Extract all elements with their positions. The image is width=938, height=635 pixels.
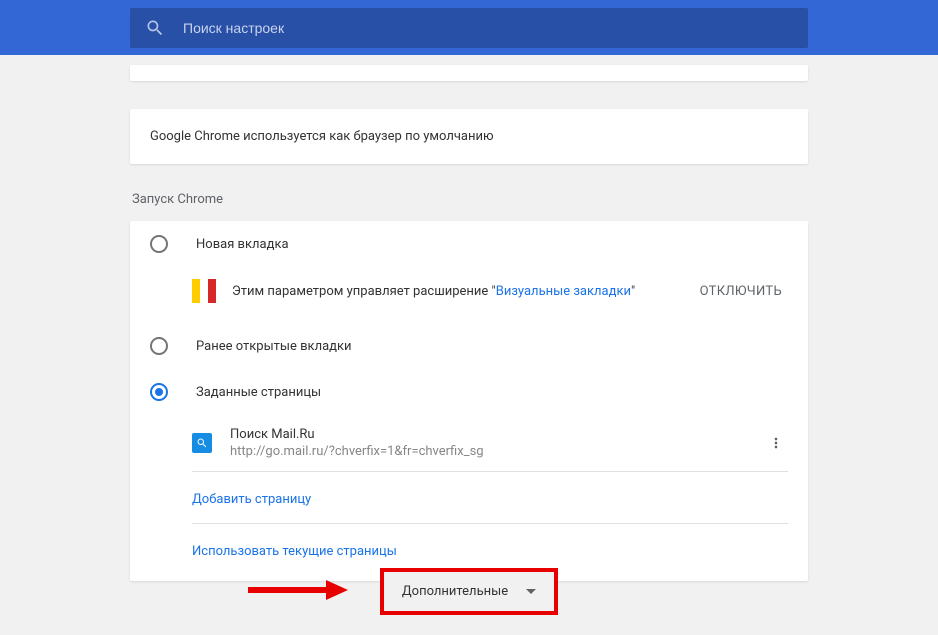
more-actions-button[interactable]	[764, 431, 788, 455]
chevron-down-icon	[526, 589, 536, 594]
default-browser-message: Google Chrome используется как браузер п…	[130, 109, 808, 164]
radio-label: Заданные страницы	[196, 385, 321, 400]
extension-link[interactable]: Визуальные закладки	[496, 284, 631, 299]
more-vert-icon	[768, 435, 784, 451]
ext-suffix: "	[631, 284, 635, 299]
search-container[interactable]	[130, 8, 808, 48]
page-favicon	[192, 433, 212, 453]
add-page-link[interactable]: Добавить страницу	[192, 492, 311, 507]
page-url: http://go.mail.ru/?chverfix=1&fr=chverfi…	[230, 444, 764, 459]
radio-row-new-tab[interactable]: Новая вкладка	[130, 221, 808, 267]
header-bar	[0, 0, 938, 55]
content-area: Google Chrome используется как браузер п…	[0, 65, 938, 629]
use-current-link[interactable]: Использовать текущие страницы	[192, 544, 397, 559]
advanced-container: Дополнительные	[0, 568, 938, 615]
advanced-button[interactable]: Дополнительные	[380, 568, 558, 615]
radio-label: Новая вкладка	[196, 237, 289, 252]
specific-pages-subsection: Поиск Mail.Ru http://go.mail.ru/?chverfi…	[130, 415, 808, 581]
radio-label: Ранее открытые вкладки	[196, 339, 352, 354]
startup-section-title: Запуск Chrome	[132, 192, 808, 207]
page-title: Поиск Mail.Ru	[230, 427, 764, 442]
page-info: Поиск Mail.Ru http://go.mail.ru/?chverfi…	[230, 427, 764, 459]
advanced-button-label: Дополнительные	[402, 584, 508, 599]
startup-card: Новая вкладка Этим параметром управляет …	[130, 221, 808, 581]
search-icon	[196, 437, 208, 449]
search-icon	[145, 18, 165, 38]
radio-row-specific[interactable]: Заданные страницы	[130, 369, 808, 415]
extension-notice-row: Этим параметром управляет расширение "Ви…	[130, 267, 808, 323]
extension-notice-text: Этим параметром управляет расширение "Ви…	[232, 284, 700, 299]
radio-icon-selected[interactable]	[150, 383, 168, 401]
previous-section-card	[130, 65, 808, 81]
ext-prefix: Этим параметром управляет расширение "	[232, 284, 496, 299]
radio-icon[interactable]	[150, 337, 168, 355]
search-input[interactable]	[183, 20, 793, 36]
default-browser-card: Google Chrome используется как браузер п…	[130, 109, 808, 164]
radio-icon[interactable]	[150, 235, 168, 253]
page-entry: Поиск Mail.Ru http://go.mail.ru/?chverfi…	[192, 415, 788, 472]
radio-row-continue[interactable]: Ранее открытые вкладки	[130, 323, 808, 369]
add-page-row[interactable]: Добавить страницу	[192, 472, 788, 524]
disable-extension-button[interactable]: ОТКЛЮЧИТЬ	[700, 284, 788, 299]
extension-icon	[192, 279, 216, 303]
